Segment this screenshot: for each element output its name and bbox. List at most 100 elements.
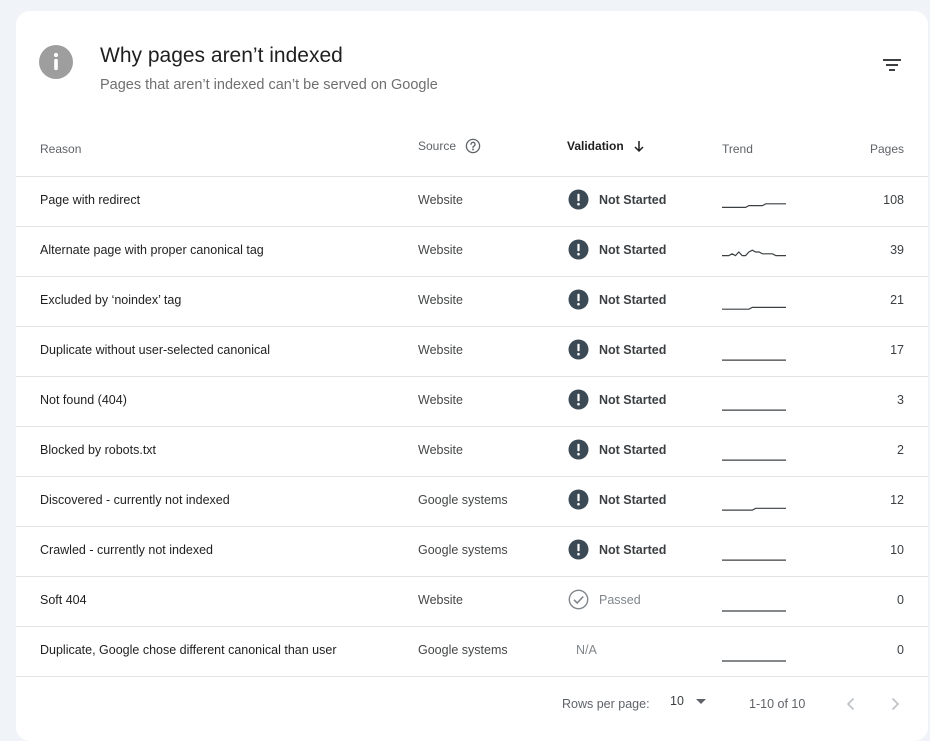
table-row[interactable]: Duplicate without user-selected canonica… — [16, 327, 928, 377]
indexing-reasons-card: Why pages aren’t indexed Pages that aren… — [16, 11, 928, 741]
reason-cell: Page with redirect — [40, 193, 141, 207]
filter-button[interactable] — [880, 53, 904, 77]
pagination: Rows per page: 10 1-10 of 10 — [16, 689, 928, 719]
error-icon — [568, 489, 589, 510]
pages-count: 10 — [890, 543, 904, 557]
info-icon — [39, 45, 73, 79]
error-icon — [568, 189, 589, 210]
error-icon — [568, 439, 589, 460]
column-header-validation[interactable]: Validation — [567, 139, 646, 153]
pages-count: 2 — [897, 443, 904, 457]
pagination-range: 1-10 of 10 — [749, 697, 806, 711]
table-row[interactable]: Duplicate, Google chose different canoni… — [16, 627, 928, 677]
table-row[interactable]: Blocked by robots.txt Website Not Started 2 — [16, 427, 928, 477]
table-row[interactable]: Crawled - currently not indexed Google sy… — [16, 527, 928, 577]
column-header-trend: Trend — [722, 142, 753, 156]
table-row[interactable]: Page with redirect Website Not Started 108 — [16, 177, 928, 227]
check-circle-icon — [568, 589, 589, 610]
column-header-pages[interactable]: Pages — [870, 142, 904, 156]
pages-count: 39 — [890, 243, 904, 257]
pages-count: 3 — [897, 393, 904, 407]
validation-cell: Not Started — [568, 439, 666, 460]
rows-per-page-label: Rows per page: — [562, 697, 650, 711]
trend-sparkline — [722, 387, 786, 415]
reason-cell: Excluded by ‘noindex’ tag — [40, 293, 182, 307]
table-row[interactable]: Alternate page with proper canonical tag… — [16, 227, 928, 277]
source-cell: Website — [418, 443, 463, 457]
chevron-left-icon — [846, 697, 855, 711]
validation-cell: N/A — [576, 643, 597, 657]
rows-per-page-value: 10 — [670, 694, 684, 708]
error-icon — [568, 539, 589, 560]
validation-status: Not Started — [599, 442, 667, 457]
column-header-validation-label: Validation — [567, 139, 624, 153]
column-header-source-label: Source — [418, 139, 457, 153]
source-cell: Website — [418, 293, 463, 307]
source-cell: Website — [418, 193, 463, 207]
table-row[interactable]: Soft 404 Website Passed 0 — [16, 577, 928, 627]
filter-icon — [883, 59, 901, 71]
pages-count: 108 — [883, 193, 904, 207]
validation-status: Not Started — [599, 492, 667, 507]
validation-status: Not Started — [599, 542, 667, 557]
source-cell: Google systems — [418, 643, 508, 657]
validation-cell: Not Started — [568, 239, 666, 260]
arrow-down-icon — [632, 139, 646, 153]
trend-sparkline — [722, 237, 786, 265]
reason-cell: Alternate page with proper canonical tag — [40, 243, 264, 257]
table-row[interactable]: Discovered - currently not indexed Google… — [16, 477, 928, 527]
trend-line — [722, 306, 786, 310]
help-icon[interactable] — [465, 138, 481, 154]
validation-cell: Not Started — [568, 389, 666, 410]
rows-per-page-select[interactable]: 10 — [670, 694, 708, 708]
error-icon — [568, 289, 589, 310]
validation-cell: Not Started — [568, 189, 666, 210]
trend-line — [722, 507, 786, 511]
trend-sparkline — [722, 587, 786, 615]
table-row[interactable]: Not found (404) Website Not Started 3 — [16, 377, 928, 427]
validation-cell: Not Started — [568, 539, 666, 560]
pages-count: 17 — [890, 343, 904, 357]
validation-status: Passed — [599, 592, 641, 607]
validation-status: Not Started — [599, 292, 667, 307]
trend-sparkline — [722, 637, 786, 665]
trend-line — [722, 249, 786, 257]
error-icon — [568, 389, 589, 410]
validation-status: N/A — [576, 643, 597, 657]
next-page-button[interactable] — [884, 693, 906, 715]
validation-status: Not Started — [599, 392, 667, 407]
table-body: Page with redirect Website Not Started 108 A… — [16, 177, 928, 677]
source-cell: Website — [418, 393, 463, 407]
pages-count: 0 — [897, 593, 904, 607]
reason-cell: Duplicate without user-selected canonica… — [40, 343, 270, 357]
validation-cell: Passed — [568, 589, 641, 610]
trend-sparkline — [722, 537, 786, 565]
validation-cell: Not Started — [568, 489, 666, 510]
previous-page-button[interactable] — [840, 693, 862, 715]
column-header-reason[interactable]: Reason — [40, 142, 81, 156]
page-subtitle: Pages that aren’t indexed can’t be serve… — [100, 77, 438, 93]
table-row[interactable]: Excluded by ‘noindex’ tag Website Not Star… — [16, 277, 928, 327]
validation-status: Not Started — [599, 342, 667, 357]
reason-cell: Not found (404) — [40, 393, 127, 407]
trend-sparkline — [722, 487, 786, 515]
reason-cell: Blocked by robots.txt — [40, 443, 157, 457]
reasons-table: Reason Source Validation Trend Pages Pag… — [16, 125, 928, 677]
trend-line — [722, 203, 786, 208]
pages-count: 21 — [890, 293, 904, 307]
error-icon — [568, 239, 589, 260]
validation-cell: Not Started — [568, 339, 666, 360]
column-header-source[interactable]: Source — [418, 138, 481, 154]
reason-cell: Duplicate, Google chose different canoni… — [40, 643, 337, 657]
trend-sparkline — [722, 187, 786, 215]
source-cell: Website — [418, 243, 463, 257]
source-cell: Website — [418, 593, 463, 607]
source-cell: Google systems — [418, 543, 508, 557]
reason-cell: Crawled - currently not indexed — [40, 543, 213, 557]
error-icon — [568, 339, 589, 360]
page-title: Why pages aren’t indexed — [100, 44, 343, 67]
source-cell: Google systems — [418, 493, 508, 507]
validation-status: Not Started — [599, 242, 667, 257]
validation-status: Not Started — [599, 192, 667, 207]
validation-cell: Not Started — [568, 289, 666, 310]
